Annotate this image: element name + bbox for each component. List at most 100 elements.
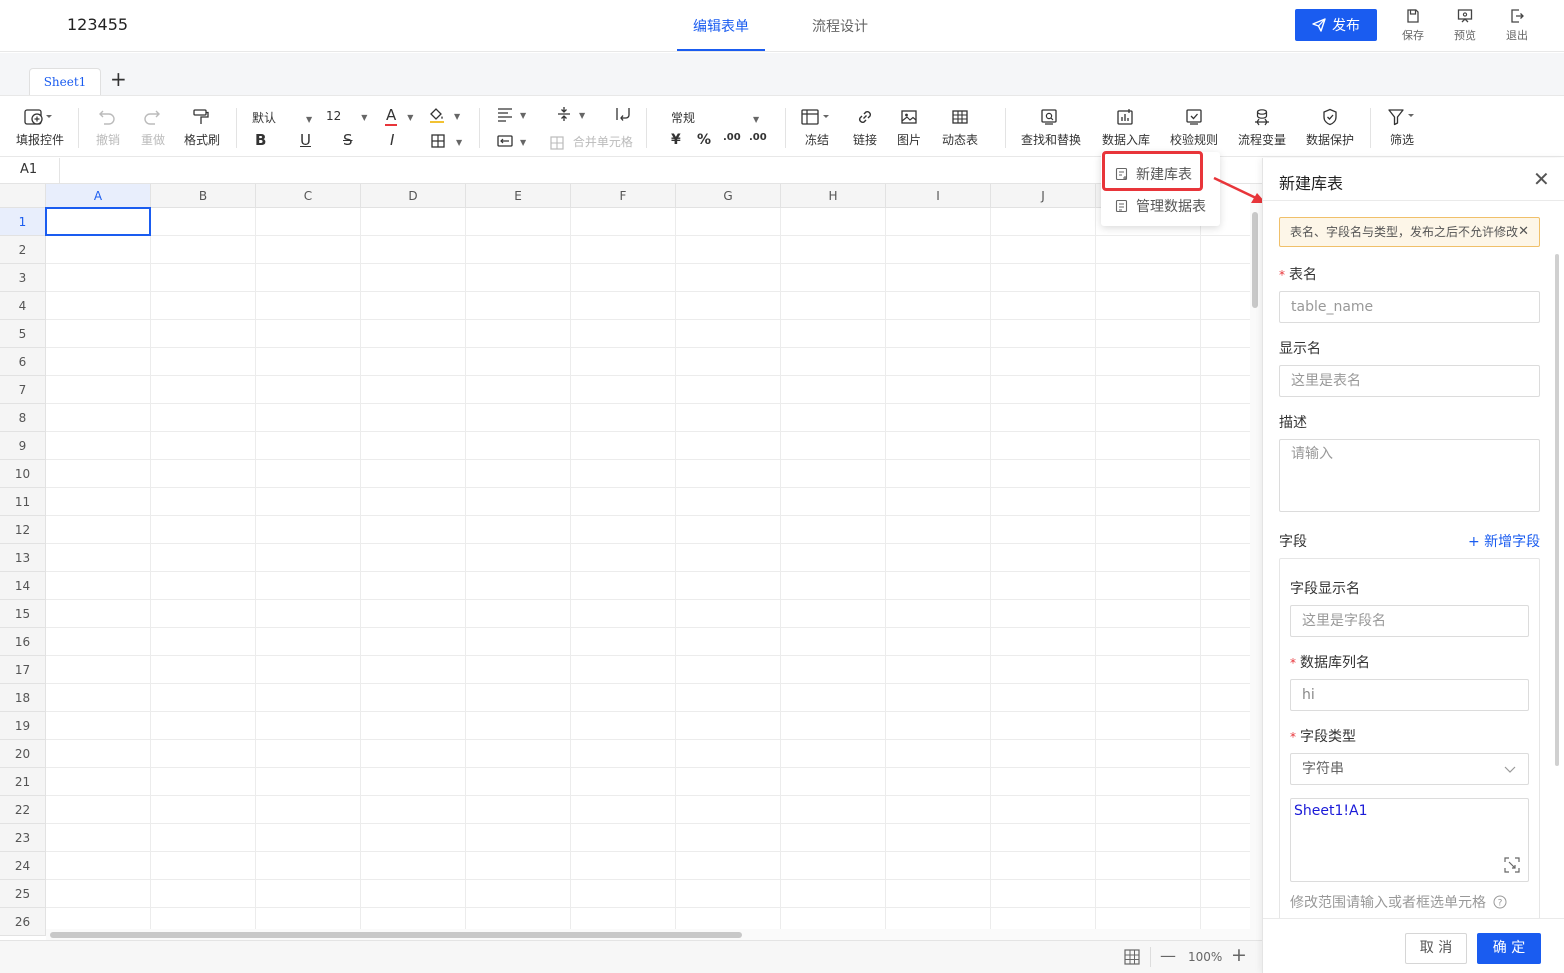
font-name-select[interactable]: 默认 ▼ xyxy=(252,109,312,126)
row-header[interactable]: 24 xyxy=(0,852,46,880)
underline-button[interactable]: U xyxy=(300,131,311,149)
publish-button[interactable]: 发布 xyxy=(1295,9,1377,41)
vertical-align-button[interactable]: ▼ xyxy=(555,106,585,122)
redo-icon[interactable] xyxy=(143,108,161,130)
number-format-select[interactable]: 常规 ▼ xyxy=(671,109,759,126)
cell-reference[interactable]: A1 xyxy=(20,162,37,177)
row-header[interactable]: 14 xyxy=(0,572,46,600)
validation-icon[interactable] xyxy=(1185,108,1203,130)
row-header[interactable]: 4 xyxy=(0,292,46,320)
row-header[interactable]: 15 xyxy=(0,600,46,628)
help-icon[interactable]: ? xyxy=(1493,895,1507,909)
strikethrough-button[interactable]: S xyxy=(343,131,353,149)
flow-variable-icon[interactable] xyxy=(1253,108,1271,130)
currency-button[interactable]: ¥ xyxy=(671,132,681,148)
grid-view-icon[interactable] xyxy=(1124,949,1140,969)
exit-button[interactable]: 退出 xyxy=(1500,8,1534,43)
merge-cells-button[interactable]: 合并单元格 xyxy=(549,133,633,151)
horizontal-scroll-thumb[interactable] xyxy=(50,932,742,938)
horizontal-scrollbar[interactable] xyxy=(46,929,1250,940)
border-button[interactable]: ▼ xyxy=(430,133,462,149)
field-display-name-input[interactable]: 这里是字段名 xyxy=(1290,605,1529,637)
row-header[interactable]: 5 xyxy=(0,320,46,348)
tab-edit-form[interactable]: 编辑表单 xyxy=(693,16,749,36)
select-all-corner[interactable] xyxy=(0,184,46,208)
add-field-button[interactable]: + 新增字段 xyxy=(1468,531,1540,551)
save-button[interactable]: 保存 xyxy=(1396,8,1430,43)
format-painter-icon[interactable] xyxy=(192,108,210,130)
filter-icon[interactable] xyxy=(1387,108,1419,130)
increase-decimal-button[interactable]: .00 xyxy=(723,132,741,143)
field-type-select[interactable]: 字符串 xyxy=(1290,753,1529,785)
horizontal-align-button[interactable]: ▼ xyxy=(496,106,526,122)
row-header[interactable]: 9 xyxy=(0,432,46,460)
manage-tables-menu-item[interactable]: 管理数据表 xyxy=(1115,196,1206,216)
column-header[interactable]: B xyxy=(151,184,256,208)
table-name-input[interactable]: table_name xyxy=(1279,291,1540,323)
row-header[interactable]: 6 xyxy=(0,348,46,376)
decrease-decimal-button[interactable]: .00 xyxy=(749,132,767,143)
text-overflow-button[interactable]: ▼ xyxy=(496,133,526,149)
row-header[interactable]: 26 xyxy=(0,908,46,936)
row-header[interactable]: 18 xyxy=(0,684,46,712)
row-header[interactable]: 22 xyxy=(0,796,46,824)
add-sheet-button[interactable]: + xyxy=(110,67,127,91)
close-icon[interactable]: ✕ xyxy=(1533,167,1550,191)
display-name-input[interactable]: 这里是表名 xyxy=(1279,365,1540,397)
wrap-text-button[interactable] xyxy=(614,106,632,125)
tab-flow-design[interactable]: 流程设计 xyxy=(812,16,868,36)
font-color-button[interactable]: A ▼ xyxy=(385,106,413,126)
column-header[interactable]: H xyxy=(781,184,886,208)
row-header[interactable]: 23 xyxy=(0,824,46,852)
data-store-icon[interactable] xyxy=(1116,108,1134,130)
row-header[interactable]: 20 xyxy=(0,740,46,768)
alert-close-icon[interactable]: ✕ xyxy=(1518,218,1529,246)
row-header[interactable]: 2 xyxy=(0,236,46,264)
row-header[interactable]: 1 xyxy=(0,208,46,236)
row-header[interactable]: 10 xyxy=(0,460,46,488)
column-header[interactable]: E xyxy=(466,184,571,208)
row-header[interactable]: 17 xyxy=(0,656,46,684)
row-header[interactable]: 25 xyxy=(0,880,46,908)
column-header[interactable]: I xyxy=(886,184,991,208)
zoom-in-button[interactable]: + xyxy=(1231,944,1247,966)
cell-range-input[interactable]: Sheet1!A1 xyxy=(1290,798,1529,882)
italic-button[interactable]: I xyxy=(390,131,394,149)
link-icon[interactable] xyxy=(856,108,874,130)
row-header[interactable]: 7 xyxy=(0,376,46,404)
row-header[interactable]: 13 xyxy=(0,544,46,572)
select-range-icon[interactable] xyxy=(1504,857,1520,873)
vertical-scroll-thumb[interactable] xyxy=(1252,212,1258,308)
column-header[interactable]: A xyxy=(46,184,151,208)
percent-button[interactable]: % xyxy=(697,132,711,148)
freeze-icon[interactable] xyxy=(801,108,833,130)
find-replace-icon[interactable] xyxy=(1040,108,1058,130)
undo-icon[interactable] xyxy=(98,108,116,130)
column-header[interactable]: G xyxy=(676,184,781,208)
preview-button[interactable]: 预览 xyxy=(1448,8,1482,43)
column-header[interactable]: C xyxy=(256,184,361,208)
bold-button[interactable]: B xyxy=(255,131,266,149)
db-column-input[interactable]: hi xyxy=(1290,679,1529,711)
column-header[interactable]: F xyxy=(571,184,676,208)
font-size-select[interactable]: 12 ▼ xyxy=(326,109,367,123)
column-header[interactable]: D xyxy=(361,184,466,208)
data-protect-icon[interactable] xyxy=(1321,108,1339,130)
row-header[interactable]: 21 xyxy=(0,768,46,796)
selected-cell[interactable] xyxy=(45,207,151,236)
zoom-out-button[interactable]: — xyxy=(1160,946,1176,965)
sheet-tab-sheet1[interactable]: Sheet1 xyxy=(29,68,101,95)
row-header[interactable]: 8 xyxy=(0,404,46,432)
row-header[interactable]: 12 xyxy=(0,516,46,544)
spreadsheet-grid[interactable]: ABCDEFGHIJ 1 2 3 4 5 6 7 8 9 10 11 12 13 14 15 16 17 18 19… xyxy=(0,184,1250,940)
description-textarea[interactable]: 请输入 xyxy=(1279,439,1540,512)
column-header[interactable]: J xyxy=(991,184,1096,208)
confirm-button[interactable]: 确 定 xyxy=(1477,933,1541,964)
row-header[interactable]: 16 xyxy=(0,628,46,656)
fill-control-icon[interactable] xyxy=(24,108,56,130)
fill-color-button[interactable]: ▼ xyxy=(428,106,460,124)
image-icon[interactable] xyxy=(900,108,918,130)
row-header[interactable]: 11 xyxy=(0,488,46,516)
row-header[interactable]: 19 xyxy=(0,712,46,740)
row-header[interactable]: 3 xyxy=(0,264,46,292)
